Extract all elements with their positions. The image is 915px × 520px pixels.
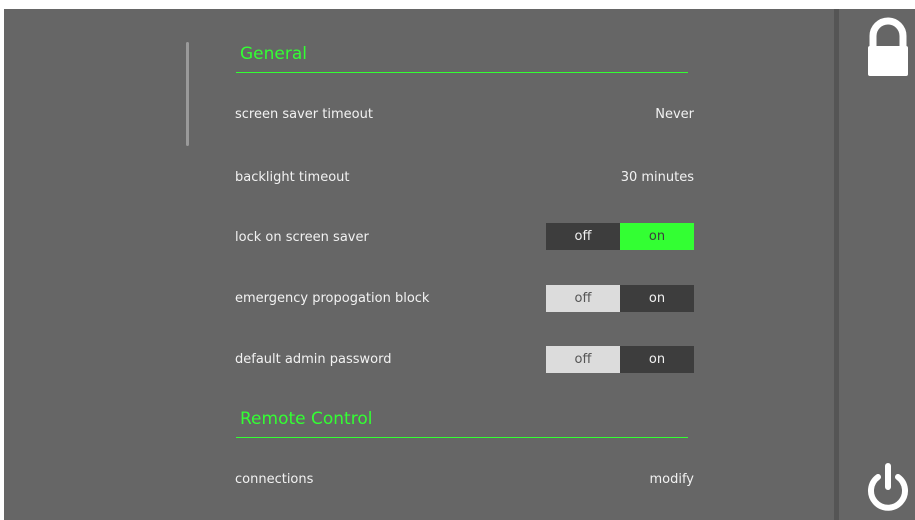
- toggle-off-option[interactable]: off: [546, 223, 620, 250]
- toggle-on-option[interactable]: on: [620, 285, 694, 312]
- side-panel: [834, 9, 915, 520]
- row-label: lock on screen saver: [235, 230, 369, 245]
- toggle-on-option[interactable]: on: [620, 346, 694, 373]
- lock-icon: [868, 17, 908, 76]
- lock-button[interactable]: [865, 17, 911, 77]
- section-title-general: General: [240, 44, 307, 64]
- row-label: emergency propogation block: [235, 291, 430, 306]
- scroll-indicator[interactable]: [186, 42, 189, 146]
- row-label: screen saver timeout: [235, 107, 373, 122]
- row-label: default admin password: [235, 352, 392, 367]
- emergency-propogation-block-toggle[interactable]: off on: [546, 285, 694, 312]
- default-admin-password-toggle[interactable]: off on: [546, 346, 694, 373]
- power-icon: [868, 463, 908, 511]
- row-label: backlight timeout: [235, 170, 350, 185]
- toggle-off-option[interactable]: off: [546, 285, 620, 312]
- toggle-on-option[interactable]: on: [620, 223, 694, 250]
- lock-on-screen-saver-toggle[interactable]: off on: [546, 223, 694, 250]
- toggle-off-option[interactable]: off: [546, 346, 620, 373]
- screen-saver-timeout-value[interactable]: Never: [655, 107, 694, 122]
- section-title-remote-control: Remote Control: [240, 409, 373, 429]
- settings-screen: General screen saver timeout Never backl…: [4, 9, 915, 520]
- backlight-timeout-value[interactable]: 30 minutes: [621, 170, 694, 185]
- power-button[interactable]: [865, 463, 911, 513]
- section-divider-general: [236, 72, 688, 73]
- section-divider-remote-control: [236, 437, 688, 438]
- row-label: connections: [235, 472, 314, 487]
- connections-modify-link[interactable]: modify: [649, 472, 694, 487]
